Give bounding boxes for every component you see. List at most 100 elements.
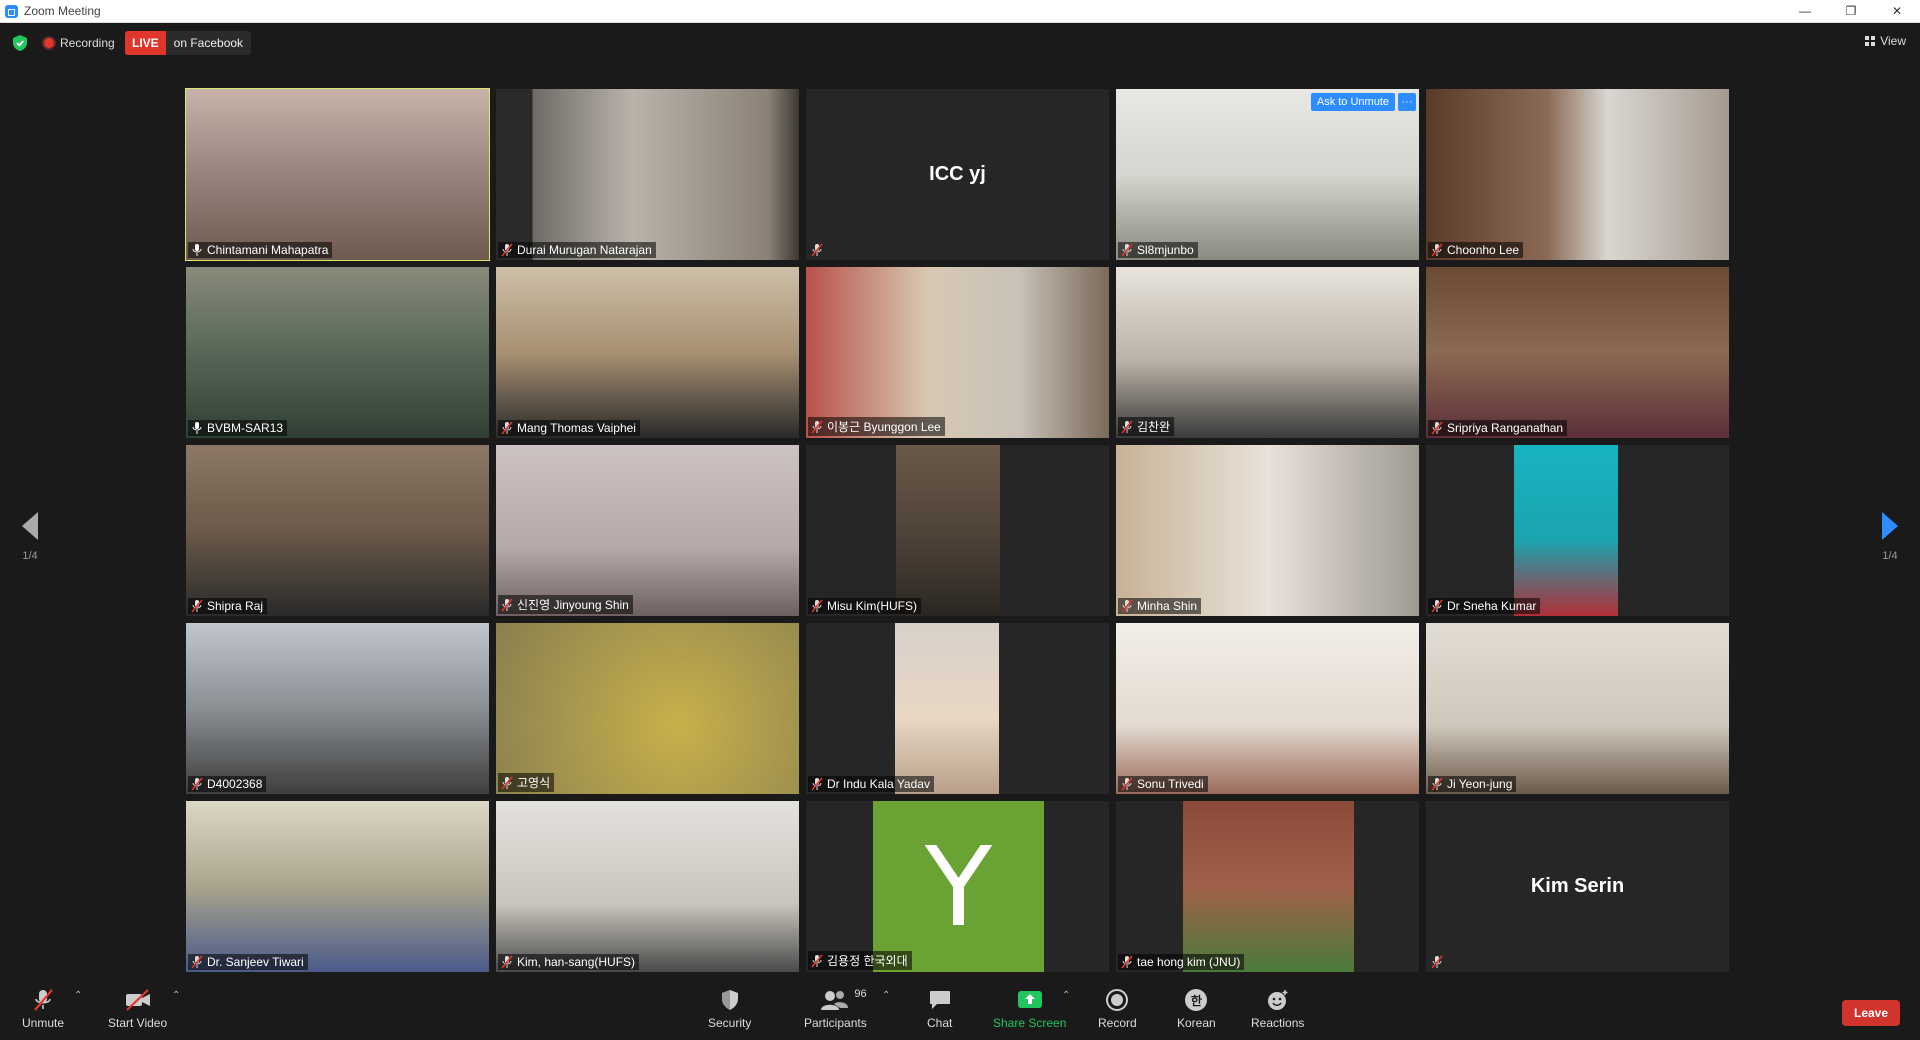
live-stream-indicator[interactable]: LIVE on Facebook [125,31,252,55]
gallery-grid-icon [1865,36,1876,46]
microphone-muted-icon [1120,955,1134,969]
participants-icon: 96 [820,988,867,1012]
video-options-caret-icon[interactable]: ⌃ [172,990,180,1001]
record-button[interactable]: Record [1098,988,1137,1030]
participant-namebar: Shipra Raj [188,598,268,614]
view-button[interactable]: View [1865,34,1906,48]
participants-label: Participants [804,1016,867,1030]
participant-tile[interactable]: Durai Murugan Natarajan [496,89,799,260]
participants-button[interactable]: 96 Participants [804,988,867,1030]
microphone-muted-icon [190,955,204,969]
minimize-button[interactable]: — [1782,0,1828,22]
participant-tile[interactable]: Sripriya Ranganathan [1426,267,1729,438]
share-screen-button[interactable]: Share Screen [993,988,1066,1030]
window-controls: — ❐ ✕ [1782,0,1920,22]
microphone-muted-icon [1430,599,1444,613]
korean-interpretation-button[interactable]: 한 Korean [1177,988,1216,1030]
microphone-muted-icon [810,599,824,613]
participant-tile[interactable]: Dr. Sanjeev Tiwari [186,801,489,972]
leave-button[interactable]: Leave [1842,1000,1900,1026]
participant-tile[interactable]: Kim Serin [1426,801,1729,972]
korean-glyph: 한 [1185,989,1208,1011]
participant-namebar: 신진영 Jinyoung Shin [498,595,633,614]
microphone-muted-icon [810,777,824,791]
participant-namebar: Dr Sneha Kumar [1428,598,1541,614]
microphone-muted-icon [500,597,514,612]
participant-namebar: Mang Thomas Vaiphei [498,420,640,436]
participant-tile[interactable]: Ask to Unmute ··· Sl8mjunbo [1116,89,1419,260]
recording-label: Recording [60,36,115,50]
participant-video [186,623,489,794]
encryption-shield-icon[interactable] [13,35,27,51]
previous-page-button[interactable]: 1/4 [10,512,50,562]
chat-button[interactable]: Chat [927,988,952,1030]
microphone-muted-icon [1120,599,1134,613]
share-options-caret-icon[interactable]: ⌃ [1062,990,1070,1001]
live-destination: on Facebook [165,31,252,55]
participant-tile[interactable]: ICC yj [806,89,1109,260]
participant-tile[interactable]: 신진영 Jinyoung Shin [496,445,799,616]
participant-video [186,801,489,972]
page-indicator-left: 1/4 [22,550,38,562]
participant-tile[interactable]: Minha Shin [1116,445,1419,616]
participant-namebar: Dr. Sanjeev Tiwari [188,954,308,970]
participant-video [186,89,489,260]
participant-tile[interactable]: Ji Yeon-jung [1426,623,1729,794]
recording-indicator[interactable]: Recording [44,34,115,52]
reactions-label: Reactions [1251,1016,1305,1030]
ask-to-unmute-button[interactable]: Ask to Unmute [1310,93,1395,111]
start-video-button[interactable]: Start Video [108,988,167,1030]
participant-tile[interactable]: Y 김용정 한국외대 [806,801,1109,972]
audio-options-caret-icon[interactable]: ⌃ [74,990,82,1001]
close-button[interactable]: ✕ [1874,0,1920,22]
restore-button[interactable]: ❐ [1828,0,1874,22]
participant-tile[interactable]: Dr Sneha Kumar [1426,445,1729,616]
participant-namebar: Kim, han-sang(HUFS) [498,954,640,970]
language-globe-icon: 한 [1185,988,1208,1012]
participants-options-caret-icon[interactable]: ⌃ [882,990,890,1001]
participant-namebar: tae hong kim (JNU) [1118,954,1245,970]
participant-tile[interactable]: 고영식 [496,623,799,794]
participant-name: Shipra Raj [207,599,264,613]
participant-namebar: Sonu Trivedi [1118,776,1208,792]
security-button[interactable]: Security [708,988,751,1030]
participant-tile[interactable]: Kim, han-sang(HUFS) [496,801,799,972]
participant-tile[interactable]: 김찬완 [1116,267,1419,438]
participant-video [186,445,489,616]
participant-tile[interactable]: Chintamani Mahapatra [185,88,490,261]
participant-tile[interactable]: Dr Indu Kala Yadav [806,623,1109,794]
participant-tile[interactable]: tae hong kim (JNU) [1116,801,1419,972]
participant-name: tae hong kim (JNU) [1137,955,1241,969]
participant-video [1116,89,1419,260]
participant-video [1426,623,1729,794]
participant-tile[interactable]: D4002368 [186,623,489,794]
live-badge: LIVE [125,31,166,55]
microphone-muted-icon [1430,955,1444,969]
participant-namebar: 김찬완 [1118,417,1175,436]
unmute-label: Unmute [22,1016,65,1030]
participant-name: Dr. Sanjeev Tiwari [207,955,304,969]
microphone-muted-icon [500,955,514,969]
more-options-button[interactable]: ··· [1398,93,1416,111]
participant-video [1426,267,1729,438]
participant-name: Choonho Lee [1447,243,1520,257]
chat-label: Chat [927,1016,953,1030]
zoom-app-icon [5,4,18,18]
participant-tile[interactable]: Sonu Trivedi [1116,623,1419,794]
participant-tile[interactable]: Misu Kim(HUFS) [806,445,1109,616]
participant-tile[interactable]: Mang Thomas Vaiphei [496,267,799,438]
participant-tile[interactable]: Choonho Lee [1426,89,1729,260]
participant-video [496,623,799,794]
reactions-button[interactable]: Reactions [1251,988,1304,1030]
unmute-button[interactable]: Unmute [22,988,64,1030]
participant-tile[interactable]: 이봉근 Byunggon Lee [806,267,1109,438]
participant-namebar: Choonho Lee [1428,242,1524,258]
next-page-button[interactable]: 1/4 [1870,512,1910,562]
participant-name: Minha Shin [1137,599,1198,613]
share-screen-arrow-icon [1017,988,1043,1012]
participant-tile[interactable]: BVBM-SAR13 [186,267,489,438]
participant-tile[interactable]: Shipra Raj [186,445,489,616]
participant-namebar: BVBM-SAR13 [188,420,288,436]
share-screen-label: Share Screen [993,1016,1067,1030]
participant-name: Misu Kim(HUFS) [827,599,917,613]
